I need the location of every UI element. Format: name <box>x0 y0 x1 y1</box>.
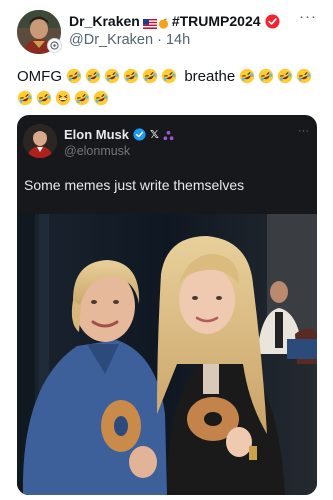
grinning-squinting-face-emoji <box>55 90 71 106</box>
x-logo-icon: 𝕏 <box>150 129 159 141</box>
quoted-name-row[interactable]: Elon Musk 𝕏 <box>64 127 174 142</box>
rolling-on-floor-laughing-emoji <box>296 68 312 84</box>
orange-emoji-icon <box>158 16 169 29</box>
post-time[interactable]: 14h <box>166 32 190 48</box>
author-hashtag[interactable]: #TRUMP2024 <box>172 13 261 29</box>
quoted-handle[interactable]: @elonmusk <box>64 144 130 158</box>
handle-separator: · <box>157 32 162 48</box>
quoted-photo[interactable] <box>17 214 317 495</box>
rolling-on-floor-laughing-emoji <box>36 90 52 106</box>
rolling-on-floor-laughing-emoji <box>123 68 139 84</box>
rolling-on-floor-laughing-emoji <box>258 68 274 84</box>
author-handle-row: @Dr_Kraken · 14h <box>69 32 190 48</box>
rolling-on-floor-laughing-emoji <box>161 68 177 84</box>
verified-badge-icon <box>265 13 280 29</box>
rolling-on-floor-laughing-emoji <box>66 68 82 84</box>
quoted-tweet[interactable]: Elon Musk 𝕏 @elonmusk ··· Some memes jus… <box>17 115 317 495</box>
tweet-text-start: OMFG <box>17 68 62 85</box>
verified-badge-icon <box>133 128 146 141</box>
rolling-on-floor-laughing-emoji <box>74 90 90 106</box>
rolling-on-floor-laughing-emoji <box>239 68 255 84</box>
quoted-display-name[interactable]: Elon Musk <box>64 127 129 142</box>
quoted-text: Some memes just write themselves <box>24 177 245 193</box>
tweet-card[interactable]: Dr_Kraken #TRUMP2024 @Dr_Kraken · 14h ··… <box>0 0 333 500</box>
laugh-emoji-group-1 <box>66 68 180 85</box>
rolling-on-floor-laughing-emoji <box>85 68 101 84</box>
tweet-text: OMFG breathe <box>17 66 317 110</box>
tweet-text-mid: breathe <box>184 68 236 85</box>
author-display-name[interactable]: Dr_Kraken <box>69 13 140 29</box>
us-flag-icon <box>142 16 157 29</box>
rolling-on-floor-laughing-emoji <box>142 68 158 84</box>
rolling-on-floor-laughing-emoji <box>277 68 293 84</box>
author-name-row[interactable]: Dr_Kraken #TRUMP2024 <box>69 13 303 29</box>
quoted-author-avatar[interactable] <box>23 124 57 158</box>
author-handle[interactable]: @Dr_Kraken <box>69 32 153 48</box>
affiliation-badge-icon <box>163 129 174 141</box>
rolling-on-floor-laughing-emoji <box>104 68 120 84</box>
avatar-badge-icon <box>47 38 62 53</box>
rolling-on-floor-laughing-emoji <box>17 90 33 106</box>
more-options-icon[interactable]: ··· <box>299 9 317 24</box>
quoted-more-icon[interactable]: ··· <box>298 125 309 137</box>
rolling-on-floor-laughing-emoji <box>93 90 109 106</box>
